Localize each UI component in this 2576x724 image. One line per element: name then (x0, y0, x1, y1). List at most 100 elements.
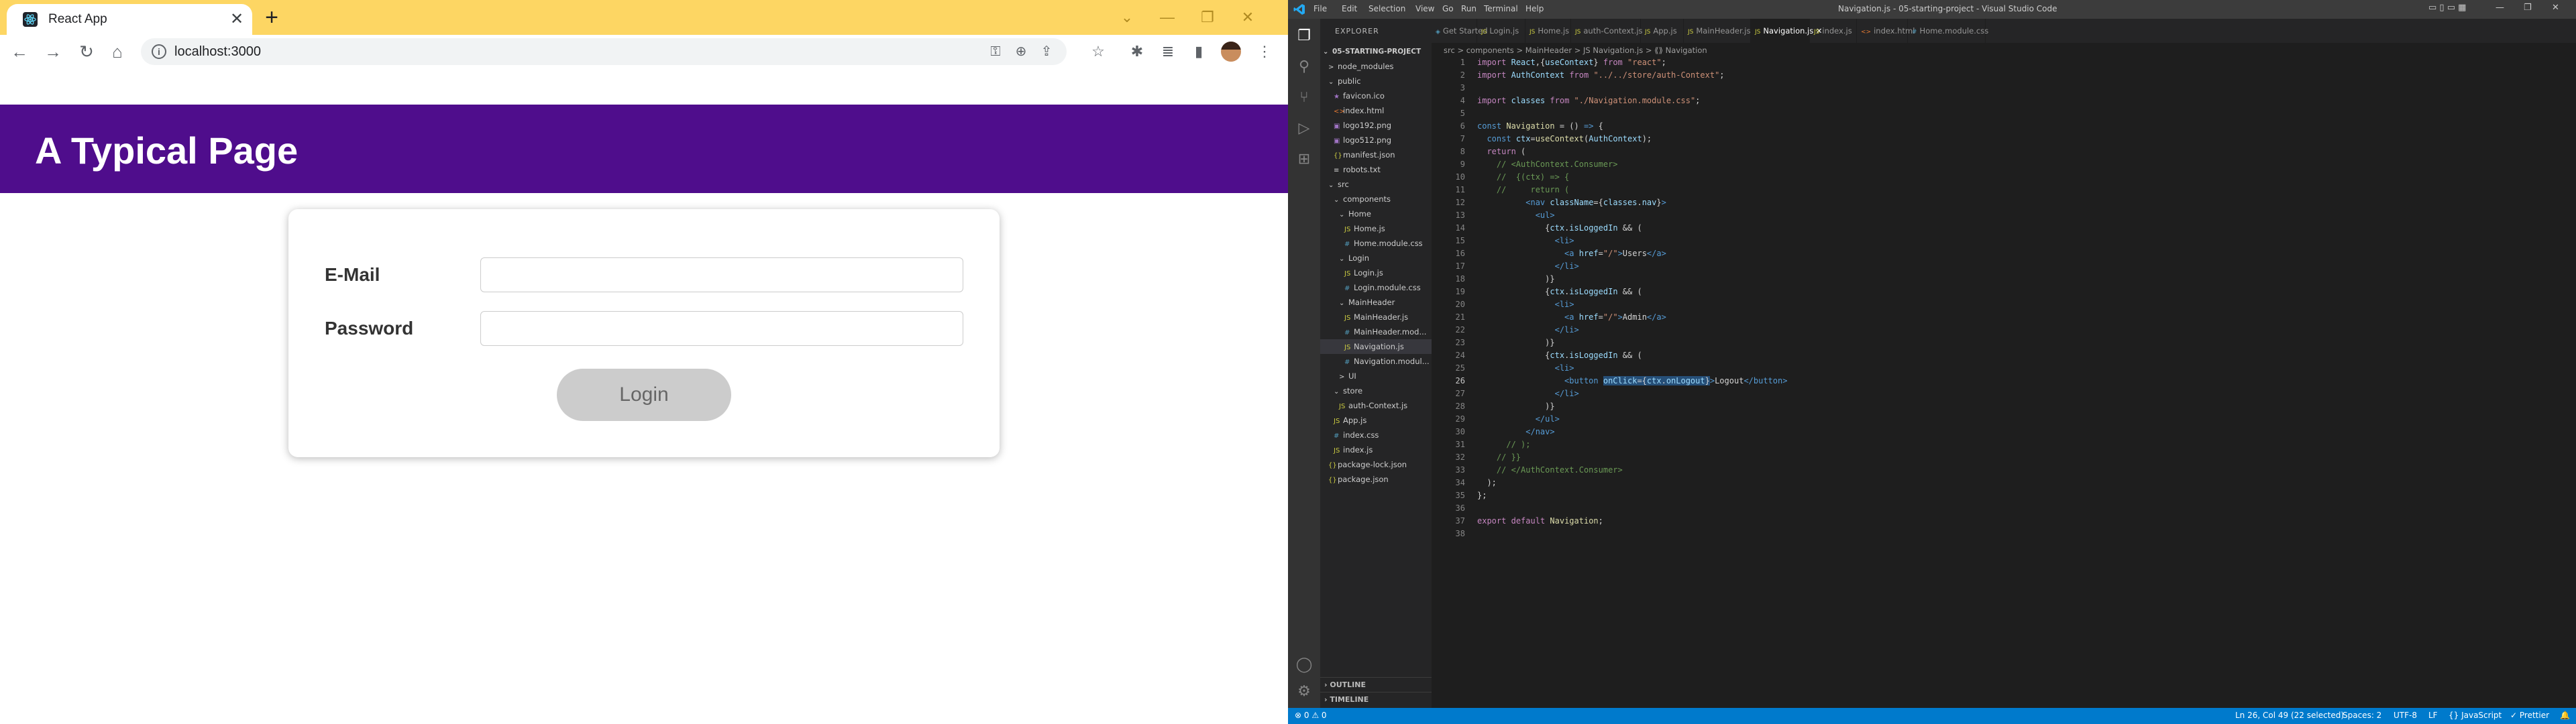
tree-item[interactable]: # Home.module.css (1320, 236, 1432, 251)
breadcrumb[interactable]: src > components > MainHeader > JS Navig… (1432, 43, 2576, 58)
tree-item[interactable]: JS Login.js (1320, 265, 1432, 280)
editor-tab[interactable]: ◈ Get Started (1432, 19, 1488, 43)
editor-tab[interactable]: JS Home.js (1525, 19, 1571, 43)
line-number: 13 (1455, 210, 1465, 220)
editor-tab[interactable]: JS Login.js (1477, 19, 1525, 43)
maximize-button[interactable]: ❐ (1187, 4, 1228, 31)
tree-item[interactable]: ⌄ Home (1320, 206, 1432, 221)
tab-search-icon[interactable]: ⌄ (1107, 4, 1147, 31)
tree-item[interactable]: ▣ logo512.png (1320, 133, 1432, 147)
site-info-icon[interactable]: i (152, 44, 166, 59)
code-editor[interactable]: 1 import React,{useContext} from "react"… (1432, 58, 2576, 708)
menu-selection[interactable]: Selection (1368, 4, 1405, 13)
tree-item[interactable]: ≡ robots.txt (1320, 162, 1432, 177)
line-number: 11 (1455, 185, 1465, 194)
minimize-button[interactable]: — (2496, 3, 2504, 13)
password-field[interactable] (480, 311, 963, 346)
tree-item[interactable]: ⌄ components (1320, 192, 1432, 206)
problems-indicator[interactable]: ⊗ 0 ⚠ 0 (1295, 711, 1327, 720)
bookmark-star-icon[interactable]: ☆ (1085, 39, 1111, 64)
email-field[interactable] (480, 257, 963, 292)
tree-item[interactable]: JS App.js (1320, 413, 1432, 428)
tree-item[interactable]: ⌄ Login (1320, 251, 1432, 265)
editor-tab[interactable]: JS App.js (1641, 19, 1684, 43)
editor-tab[interactable]: JS index.js (1810, 19, 1857, 43)
account-icon[interactable]: ◯ (1295, 656, 1313, 674)
tree-item[interactable]: ⌄ public (1320, 74, 1432, 88)
tree-item[interactable]: ⌄ src (1320, 177, 1432, 192)
tree-item[interactable]: {}manifest.json (1320, 147, 1432, 162)
outline-section[interactable]: › OUTLINE (1320, 677, 1432, 692)
tree-item[interactable]: > node_modules (1320, 59, 1432, 74)
extensions-icon[interactable]: ⊞ (1295, 150, 1313, 169)
indentation[interactable]: Spaces: 2 (2343, 711, 2381, 720)
new-tab-button[interactable]: + (260, 6, 283, 29)
language-mode[interactable]: {} JavaScript (2449, 711, 2502, 720)
editor-tab-label: App.js (1653, 26, 1677, 36)
source-control-icon[interactable]: ⑂ (1295, 88, 1313, 107)
address-bar[interactable]: i localhost:3000 ⚿ ⊕ ⇪ (141, 38, 1067, 65)
tab-close-icon[interactable]: ✕ (227, 9, 247, 29)
tree-item[interactable]: {}package-lock.json (1320, 457, 1432, 472)
layout-toggle-icon[interactable]: ▭ ▯ ▭ ▦ (2428, 3, 2466, 13)
back-arrow-icon[interactable]: ← (7, 39, 32, 64)
tree-item[interactable]: ⌄ store (1320, 383, 1432, 398)
extensions-icon[interactable]: ✱ (1124, 39, 1150, 64)
profile-avatar[interactable] (1221, 42, 1241, 62)
tree-item[interactable]: JS Home.js (1320, 221, 1432, 236)
menu-go[interactable]: Go (1442, 4, 1454, 13)
browser-tab[interactable]: React App ✕ (7, 4, 252, 35)
menu-run[interactable]: Run (1461, 4, 1477, 13)
tree-item[interactable]: JS index.js (1320, 442, 1432, 457)
side-panel-icon[interactable]: ▮ (1186, 39, 1212, 64)
menu-help[interactable]: Help (1525, 4, 1544, 13)
tree-item[interactable]: # MainHeader.mod... (1320, 324, 1432, 339)
reload-icon[interactable]: ↻ (74, 39, 99, 64)
tree-item[interactable]: JS auth-Context.js (1320, 398, 1432, 413)
tree-item[interactable]: # index.css (1320, 428, 1432, 442)
line-ending[interactable]: LF (2428, 711, 2438, 720)
key-icon[interactable]: ⚿ (986, 42, 1005, 61)
project-folder[interactable]: ⌄ 05-STARTING-PROJECT (1320, 44, 1432, 59)
tree-item[interactable]: # Navigation.modul... (1320, 354, 1432, 369)
editor-tab[interactable]: JS auth-Context.js (1571, 19, 1643, 43)
tree-item-label: auth-Context.js (1348, 401, 1408, 410)
menu-kebab-icon[interactable]: ⋮ (1252, 39, 1277, 64)
run-debug-icon[interactable]: ▷ (1295, 119, 1313, 138)
home-icon[interactable]: ⌂ (105, 39, 130, 64)
editor-tab[interactable]: # Home.module.css (1908, 19, 1988, 43)
tree-item[interactable]: ★ favicon.ico (1320, 88, 1432, 103)
tree-item[interactable]: {}package.json (1320, 472, 1432, 487)
tree-item[interactable]: # Login.module.css (1320, 280, 1432, 295)
menu-view[interactable]: View (1415, 4, 1434, 13)
close-window-button[interactable]: ✕ (1228, 4, 1268, 31)
minimize-button[interactable]: — (1147, 4, 1187, 31)
tree-item[interactable]: ⌄ MainHeader (1320, 295, 1432, 310)
login-button[interactable]: Login (557, 369, 731, 421)
settings-gear-icon[interactable]: ⚙ (1295, 682, 1313, 701)
maximize-button[interactable]: ❐ (2524, 3, 2532, 13)
menu-file[interactable]: File (1313, 4, 1327, 13)
tree-item[interactable]: > UI (1320, 369, 1432, 383)
editor-tab[interactable]: JS MainHeader.js (1684, 19, 1751, 43)
media-icon[interactable]: ≣ (1155, 39, 1181, 64)
cursor-position[interactable]: Ln 26, Col 49 (22 selected) (2235, 711, 2344, 720)
search-icon[interactable]: ⚲ (1295, 58, 1313, 76)
notifications-bell-icon[interactable]: 🔔 (2560, 711, 2570, 720)
tree-item[interactable]: JS Navigation.js (1320, 339, 1432, 354)
share-icon[interactable]: ⇪ (1037, 42, 1056, 61)
zoom-icon[interactable]: ⊕ (1012, 42, 1030, 61)
tree-item[interactable]: <>index.html (1320, 103, 1432, 118)
timeline-section[interactable]: › TIMELINE (1320, 692, 1432, 707)
forward-arrow-icon[interactable]: → (40, 39, 66, 64)
menu-edit[interactable]: Edit (1342, 4, 1357, 13)
explorer-icon[interactable]: ❐ (1295, 27, 1313, 46)
close-window-button[interactable]: ✕ (2552, 3, 2559, 13)
tree-item[interactable]: JS MainHeader.js (1320, 310, 1432, 324)
editor-tab[interactable]: JS Navigation.js ✕ (1751, 19, 1823, 43)
encoding[interactable]: UTF-8 (2394, 711, 2417, 720)
prettier-status[interactable]: ✓ Prettier (2510, 711, 2549, 720)
editor-tab[interactable]: <> index.html (1857, 19, 1915, 43)
menu-terminal[interactable]: Terminal (1484, 4, 1518, 13)
tree-item[interactable]: ▣ logo192.png (1320, 118, 1432, 133)
